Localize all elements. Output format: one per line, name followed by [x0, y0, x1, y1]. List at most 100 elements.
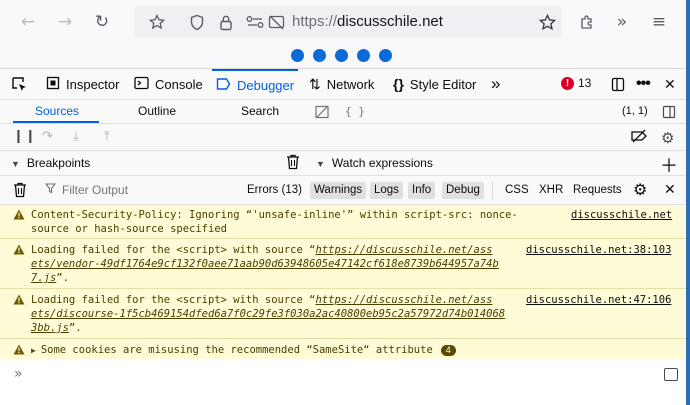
script-url-link[interactable]: 7.js	[31, 272, 56, 284]
watch-expressions-label: Watch expressions	[331, 156, 433, 170]
filter-css-button[interactable]: CSS	[501, 182, 533, 199]
breakpoints-label: Breakpoints	[26, 156, 91, 170]
warning-text: Some cookies are misusing the recommende…	[40, 344, 433, 356]
loading-dot	[335, 49, 348, 62]
console-warning-message[interactable]: Content-Security-Policy: Ignoring “'unsa…	[0, 205, 686, 239]
warning-text-line: Content-Security-Policy: Ignoring “'unsa…	[31, 209, 518, 221]
url-text[interactable]: https://discusschile.net	[292, 13, 443, 30]
console-warning-message[interactable]: Loading failed for the <script> with sou…	[0, 289, 686, 339]
error-count-badge[interactable]: ! 13	[561, 76, 591, 90]
script-url-link[interactable]: ets/vendor-49df1764e9cf132f0aee71aab90d6…	[31, 258, 499, 270]
collapse-caret-icon: ▼	[316, 159, 325, 169]
filter-warnings-button[interactable]: Warnings	[310, 182, 367, 199]
warning-icon	[13, 294, 25, 305]
bookmark-star-outline-icon[interactable]	[146, 11, 168, 33]
lock-icon[interactable]	[215, 11, 237, 33]
debugger-panes-header: ▼ Breakpoints ▼ Watch expressions ＋	[0, 151, 686, 176]
message-source-link[interactable]: discusschile.net	[571, 208, 672, 222]
more-options-icon[interactable]: •••	[636, 69, 651, 99]
forward-icon[interactable]: →	[54, 11, 76, 33]
back-icon[interactable]: ←	[17, 11, 39, 33]
console-settings-icon[interactable]: ⚙	[633, 180, 647, 200]
loading-dot	[357, 49, 370, 62]
console-input[interactable]: »	[0, 359, 686, 405]
step-in-icon[interactable]: ⤓	[73, 129, 79, 144]
warning-text-line: ets/vendor-49df1764e9cf132f0aee71aab90d6…	[31, 257, 499, 271]
message-source-link[interactable]: discusschile.net:47:106	[526, 293, 671, 307]
step-out-icon[interactable]: ⤒	[104, 129, 110, 144]
tab-outline[interactable]: Outline	[138, 100, 176, 123]
close-devtools-icon[interactable]: ✕	[664, 69, 676, 99]
console-icon	[134, 76, 149, 93]
expand-arrow-icon[interactable]: ▶	[31, 346, 36, 355]
tab-sources[interactable]: Sources	[13, 100, 99, 123]
browser-window: ← → ↻ https://discusschile.net » ≡ Inspe…	[0, 0, 690, 405]
tab-network[interactable]: ⇅ Network	[309, 69, 374, 99]
message-source-link[interactable]: discusschile.net:38:103	[526, 243, 671, 257]
warning-icon	[13, 244, 25, 255]
tab-style-editor[interactable]: {} Style Editor	[393, 69, 476, 99]
repeat-count-badge: 4	[440, 345, 456, 356]
insecure-content-icon[interactable]	[265, 11, 287, 33]
warning-text: Loading failed for the <script> with sou…	[31, 294, 316, 306]
permissions-icon[interactable]	[244, 11, 266, 33]
step-over-icon[interactable]: ↷	[42, 129, 53, 144]
tab-style-editor-label: Style Editor	[409, 76, 477, 92]
extensions-icon[interactable]	[576, 11, 598, 33]
dock-toggle-icon[interactable]	[611, 69, 625, 99]
pretty-print-icon[interactable]	[315, 100, 329, 123]
devtools-tabbar: Inspector Console Debugger ⇅ Network {}	[0, 69, 686, 100]
prompt-chevron-icon: »	[14, 366, 23, 382]
close-split-console-icon[interactable]: ✕	[664, 181, 676, 198]
editor-braces: { }	[345, 105, 365, 118]
clear-breakpoints-icon[interactable]	[286, 154, 300, 173]
reload-icon[interactable]: ↻	[91, 11, 113, 33]
script-url-link[interactable]: https://discusschile.net/ass	[315, 244, 492, 256]
filter-errors-button[interactable]: Errors (13)	[243, 182, 306, 199]
tab-network-label: Network	[326, 76, 375, 92]
bookmark-star-icon[interactable]	[536, 11, 558, 33]
disable-breakpoints-icon[interactable]	[631, 129, 647, 147]
tab-debugger[interactable]: Debugger	[212, 69, 299, 99]
console-warning-group[interactable]: ▶ Some cookies are misusing the recommend…	[0, 339, 686, 361]
cursor-position: (1, 1)	[622, 105, 648, 117]
tab-inspector[interactable]: Inspector	[46, 69, 119, 99]
warning-icon	[13, 344, 25, 355]
hamburger-menu-icon[interactable]: ≡	[648, 11, 670, 33]
overflow-chevron-icon[interactable]: »	[611, 11, 633, 33]
script-url-link[interactable]: https://discusschile.net/ass	[315, 294, 492, 306]
script-url-link[interactable]: ets/discourse-1f5cb469154dfed6a7f0c29fe3…	[31, 308, 505, 320]
filter-requests-button[interactable]: Requests	[569, 182, 626, 199]
warning-text-line: Loading failed for the <script> with sou…	[31, 293, 493, 307]
filter-output-input[interactable]	[46, 181, 236, 199]
url-domain: discusschile.net	[337, 13, 443, 30]
debugger-settings-icon[interactable]: ⚙	[661, 129, 674, 147]
clear-console-icon[interactable]	[13, 182, 27, 201]
filter-info-button[interactable]: Info	[408, 182, 436, 199]
warning-text-line: 3bb.js”.	[31, 321, 82, 335]
tab-search[interactable]: Search	[241, 100, 279, 123]
toggle-sidebar-icon[interactable]	[662, 100, 676, 123]
console-warning-message[interactable]: Loading failed for the <script> with sou…	[0, 239, 686, 289]
warning-text-line: 7.js”.	[31, 271, 69, 285]
watch-expressions-header[interactable]: ▼ Watch expressions	[316, 156, 433, 170]
filter-logs-button[interactable]: Logs	[370, 182, 403, 199]
tab-debugger-label: Debugger	[237, 77, 295, 93]
script-url-link[interactable]: 3bb.js	[31, 322, 69, 334]
editor-mode-icon[interactable]	[664, 368, 678, 381]
more-tabs-icon[interactable]: »	[491, 69, 500, 99]
warning-text-line: source or hash-source specified	[31, 223, 227, 235]
shield-icon[interactable]	[186, 11, 208, 33]
element-picker-icon[interactable]	[11, 69, 28, 99]
add-watch-icon[interactable]: ＋	[660, 152, 678, 178]
breakpoints-header[interactable]: ▼ Breakpoints	[11, 156, 90, 170]
pause-icon[interactable]: ❙❙	[13, 129, 37, 144]
collapse-caret-icon: ▼	[11, 159, 20, 169]
tab-console-label: Console	[155, 76, 203, 92]
filter-debug-button[interactable]: Debug	[442, 182, 484, 199]
url-protocol: https://	[292, 13, 338, 30]
filter-xhr-button[interactable]: XHR	[535, 182, 567, 199]
debugger-controls: ❙❙ ↷ ⤓ ⤒ ⚙	[0, 124, 686, 151]
warning-text: Loading failed for the <script> with sou…	[31, 244, 316, 256]
tab-console[interactable]: Console	[134, 69, 203, 99]
